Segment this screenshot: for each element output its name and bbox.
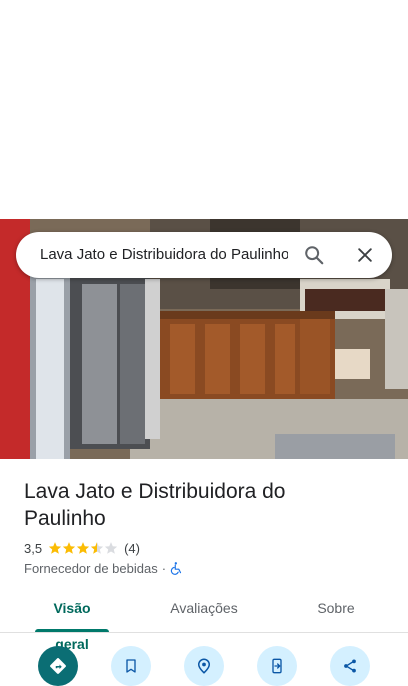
close-button[interactable] <box>349 239 381 271</box>
rating-row[interactable]: 3,5 (4) <box>24 540 140 556</box>
star-full-icon <box>62 542 76 554</box>
star-half-icon <box>90 542 104 554</box>
review-count: (4) <box>124 540 140 556</box>
star-empty-icon <box>104 542 118 554</box>
nearby-icon <box>197 658 211 674</box>
share-icon <box>344 659 356 673</box>
tab-about[interactable]: Sobre <box>310 590 362 632</box>
close-icon <box>358 248 372 262</box>
star-full-icon <box>76 542 90 554</box>
share-button[interactable] <box>330 646 370 686</box>
tab-indicator <box>35 629 109 632</box>
tab-overview[interactable]: Visão geral <box>35 590 109 652</box>
rating-stars <box>48 541 118 555</box>
category-row: Fornecedor de bebidas · <box>24 560 184 576</box>
tab-label: Sobre <box>317 600 355 616</box>
directions-button[interactable] <box>38 646 78 686</box>
place-category: Fornecedor de bebidas <box>24 560 158 576</box>
tab-bar: Visão geral Avaliações Sobre <box>0 590 408 652</box>
search-icon <box>305 246 324 265</box>
action-bar <box>0 646 408 686</box>
search-button[interactable] <box>298 239 330 271</box>
separator: · <box>161 560 167 576</box>
save-button[interactable] <box>111 646 151 686</box>
search-bar[interactable]: Lava Jato e Distribuidora do Paulinho <box>16 232 392 278</box>
place-title: Lava Jato e Distribuidora do Paulinho <box>24 480 286 530</box>
tab-reviews[interactable]: Avaliações <box>164 590 244 632</box>
directions-icon <box>50 658 66 674</box>
send-to-phone-button[interactable] <box>257 646 297 686</box>
tab-label: Avaliações <box>170 600 238 616</box>
star-full-icon <box>48 542 62 554</box>
search-input[interactable]: Lava Jato e Distribuidora do Paulinho <box>40 232 288 278</box>
save-icon <box>126 659 136 673</box>
send-to-phone-icon <box>272 658 282 674</box>
tab-label: Visão geral <box>53 600 91 652</box>
wheelchair-icon <box>170 562 182 575</box>
nearby-button[interactable] <box>184 646 224 686</box>
rating-value: 3,5 <box>24 540 43 556</box>
